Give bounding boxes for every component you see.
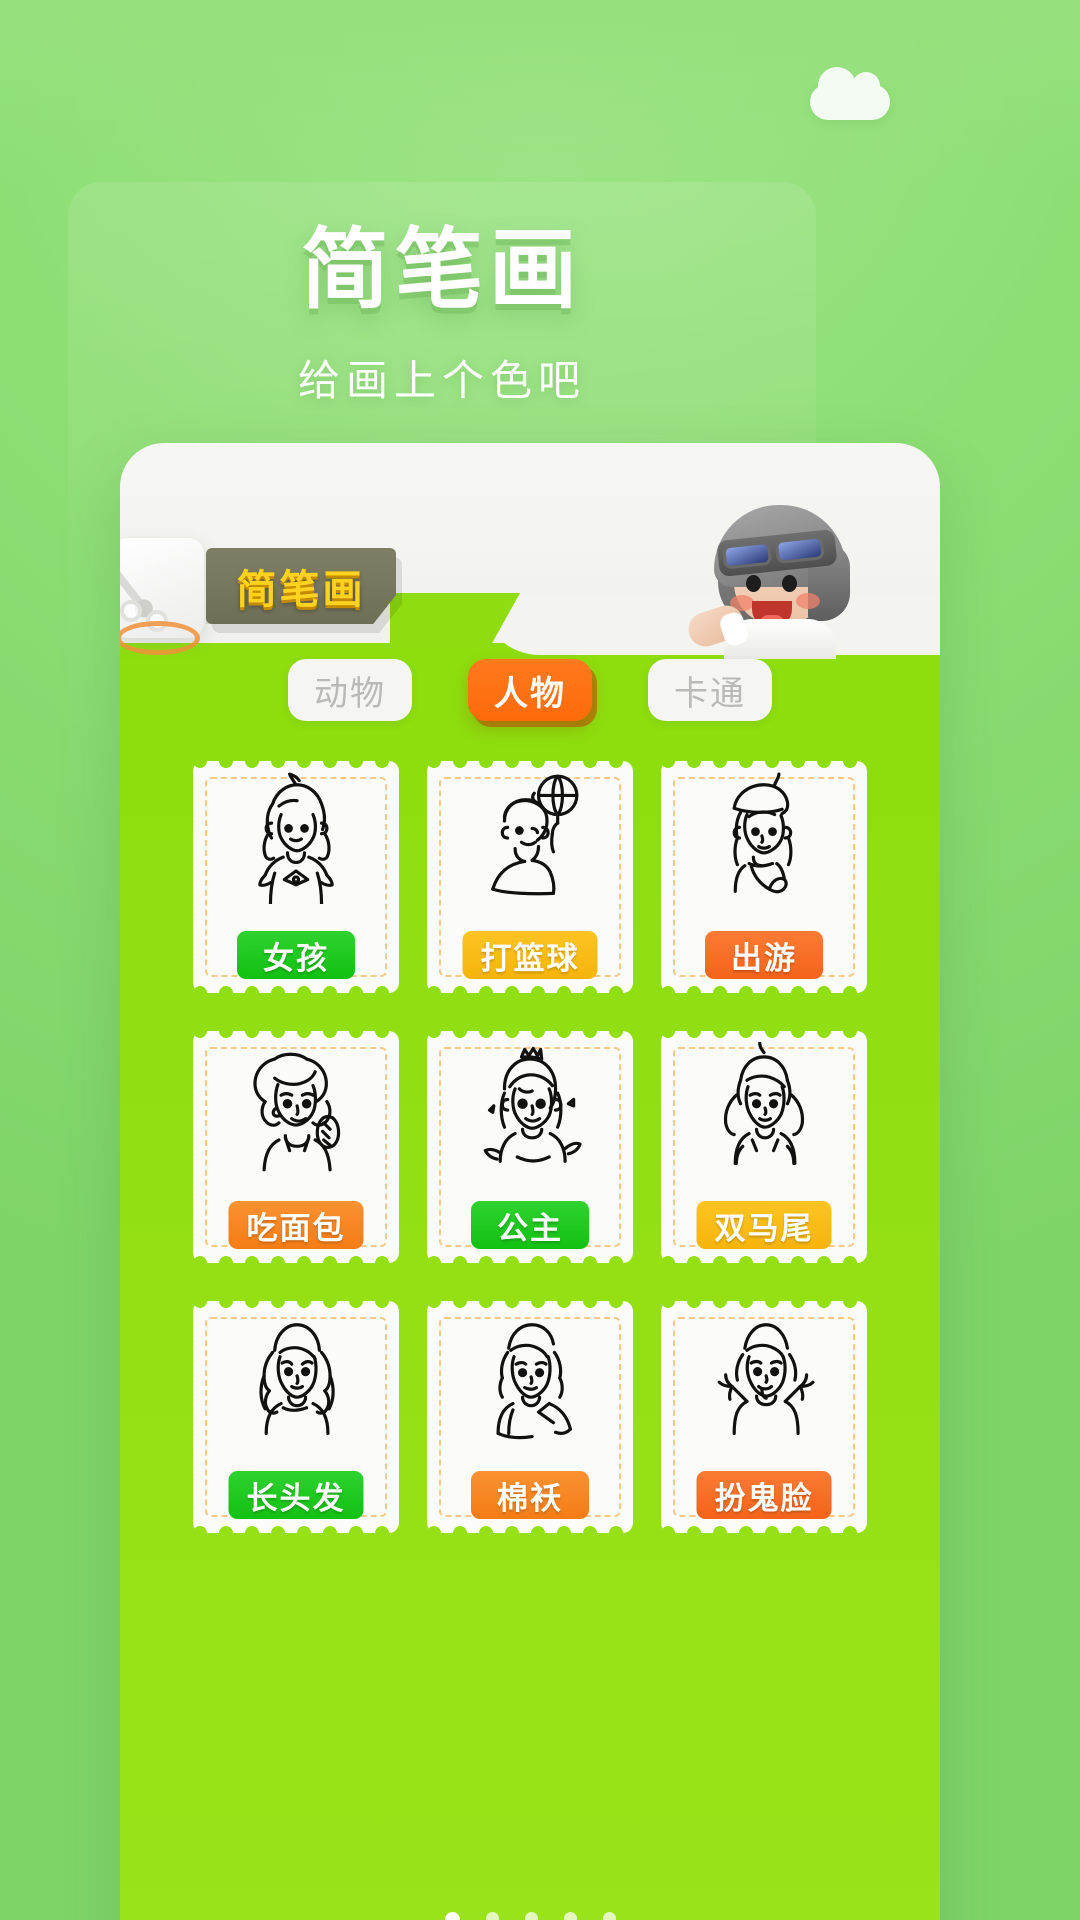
palette-ring-icon [120, 621, 200, 655]
palette-dot [120, 600, 142, 622]
drawing-card[interactable]: 出游 [661, 761, 867, 993]
girl-longhair-icon [193, 1309, 399, 1447]
card-label[interactable]: 扮鬼脸 [696, 1471, 832, 1519]
drawing-card[interactable]: 棉袄 [427, 1301, 633, 1533]
tab-people[interactable]: 人物 [468, 659, 592, 721]
page-dot[interactable] [485, 1912, 499, 1920]
boy-basketball-icon [427, 769, 633, 907]
page-subtitle: 给画上个色吧 [297, 357, 586, 404]
app-title-plaque: 简笔画 [206, 548, 396, 624]
card-label[interactable]: 长头发 [228, 1471, 364, 1519]
girl-funny-face-icon [661, 1309, 867, 1447]
mascot-cheek [796, 593, 820, 609]
tab-cartoon-label: 卡通 [674, 674, 746, 713]
drawing-card[interactable]: 打篮球 [427, 761, 633, 993]
girl-padded-coat-icon [427, 1309, 633, 1447]
goggle-lens-right [774, 535, 825, 565]
tab-animals[interactable]: 动物 [288, 659, 412, 721]
background-sheen [0, 0, 1080, 180]
pilot-kid-mascot [684, 483, 880, 659]
tab-people-label: 人物 [494, 674, 566, 713]
drawing-card[interactable]: 女孩 [193, 761, 399, 993]
mascot-eye [746, 575, 761, 592]
drawing-card-grid: 女孩 打篮球 出游 吃面包 公主 双马尾 长头发 棉袄 扮鬼脸 [120, 761, 940, 1533]
page-dot[interactable] [444, 1912, 460, 1920]
page-indicator [120, 1912, 940, 1920]
goggle-lens-left [721, 540, 773, 570]
page-title: 简笔画 [300, 220, 583, 319]
mascot-eye [782, 575, 797, 592]
princess-crown-icon [427, 1039, 633, 1177]
card-label[interactable]: 女孩 [237, 931, 355, 979]
girl-eating-bread-icon [193, 1039, 399, 1177]
card-label[interactable]: 出游 [705, 931, 823, 979]
page-dot[interactable] [524, 1912, 538, 1920]
app-title-plaque-label: 简笔画 [236, 568, 366, 612]
drawing-card[interactable]: 扮鬼脸 [661, 1301, 867, 1533]
girl-twintails-icon [661, 1039, 867, 1177]
drawing-card[interactable]: 吃面包 [193, 1031, 399, 1263]
tab-animals-label: 动物 [314, 674, 386, 713]
drawing-card[interactable]: 双马尾 [661, 1031, 867, 1263]
card-label[interactable]: 吃面包 [228, 1201, 364, 1249]
card-label[interactable]: 双马尾 [696, 1201, 832, 1249]
card-label[interactable]: 打篮球 [462, 931, 598, 979]
drawing-card[interactable]: 长头发 [193, 1301, 399, 1533]
card-label[interactable]: 公主 [471, 1201, 589, 1249]
cloud-icon [810, 67, 890, 120]
page-dot[interactable] [563, 1912, 577, 1920]
girl-beret-scarf-icon [661, 769, 867, 907]
page-dot[interactable] [602, 1912, 616, 1920]
girl-bowtie-icon [193, 769, 399, 907]
app-preview-frame: 简笔画 动物 人物 卡通 女孩 打篮球 出游 吃面包 公主 双马尾 长头发 棉袄… [120, 443, 940, 1920]
card-label[interactable]: 棉袄 [471, 1471, 589, 1519]
drawing-card[interactable]: 公主 [427, 1031, 633, 1263]
tab-cartoon[interactable]: 卡通 [648, 659, 772, 721]
category-tabs: 动物 人物 卡通 [120, 659, 940, 721]
